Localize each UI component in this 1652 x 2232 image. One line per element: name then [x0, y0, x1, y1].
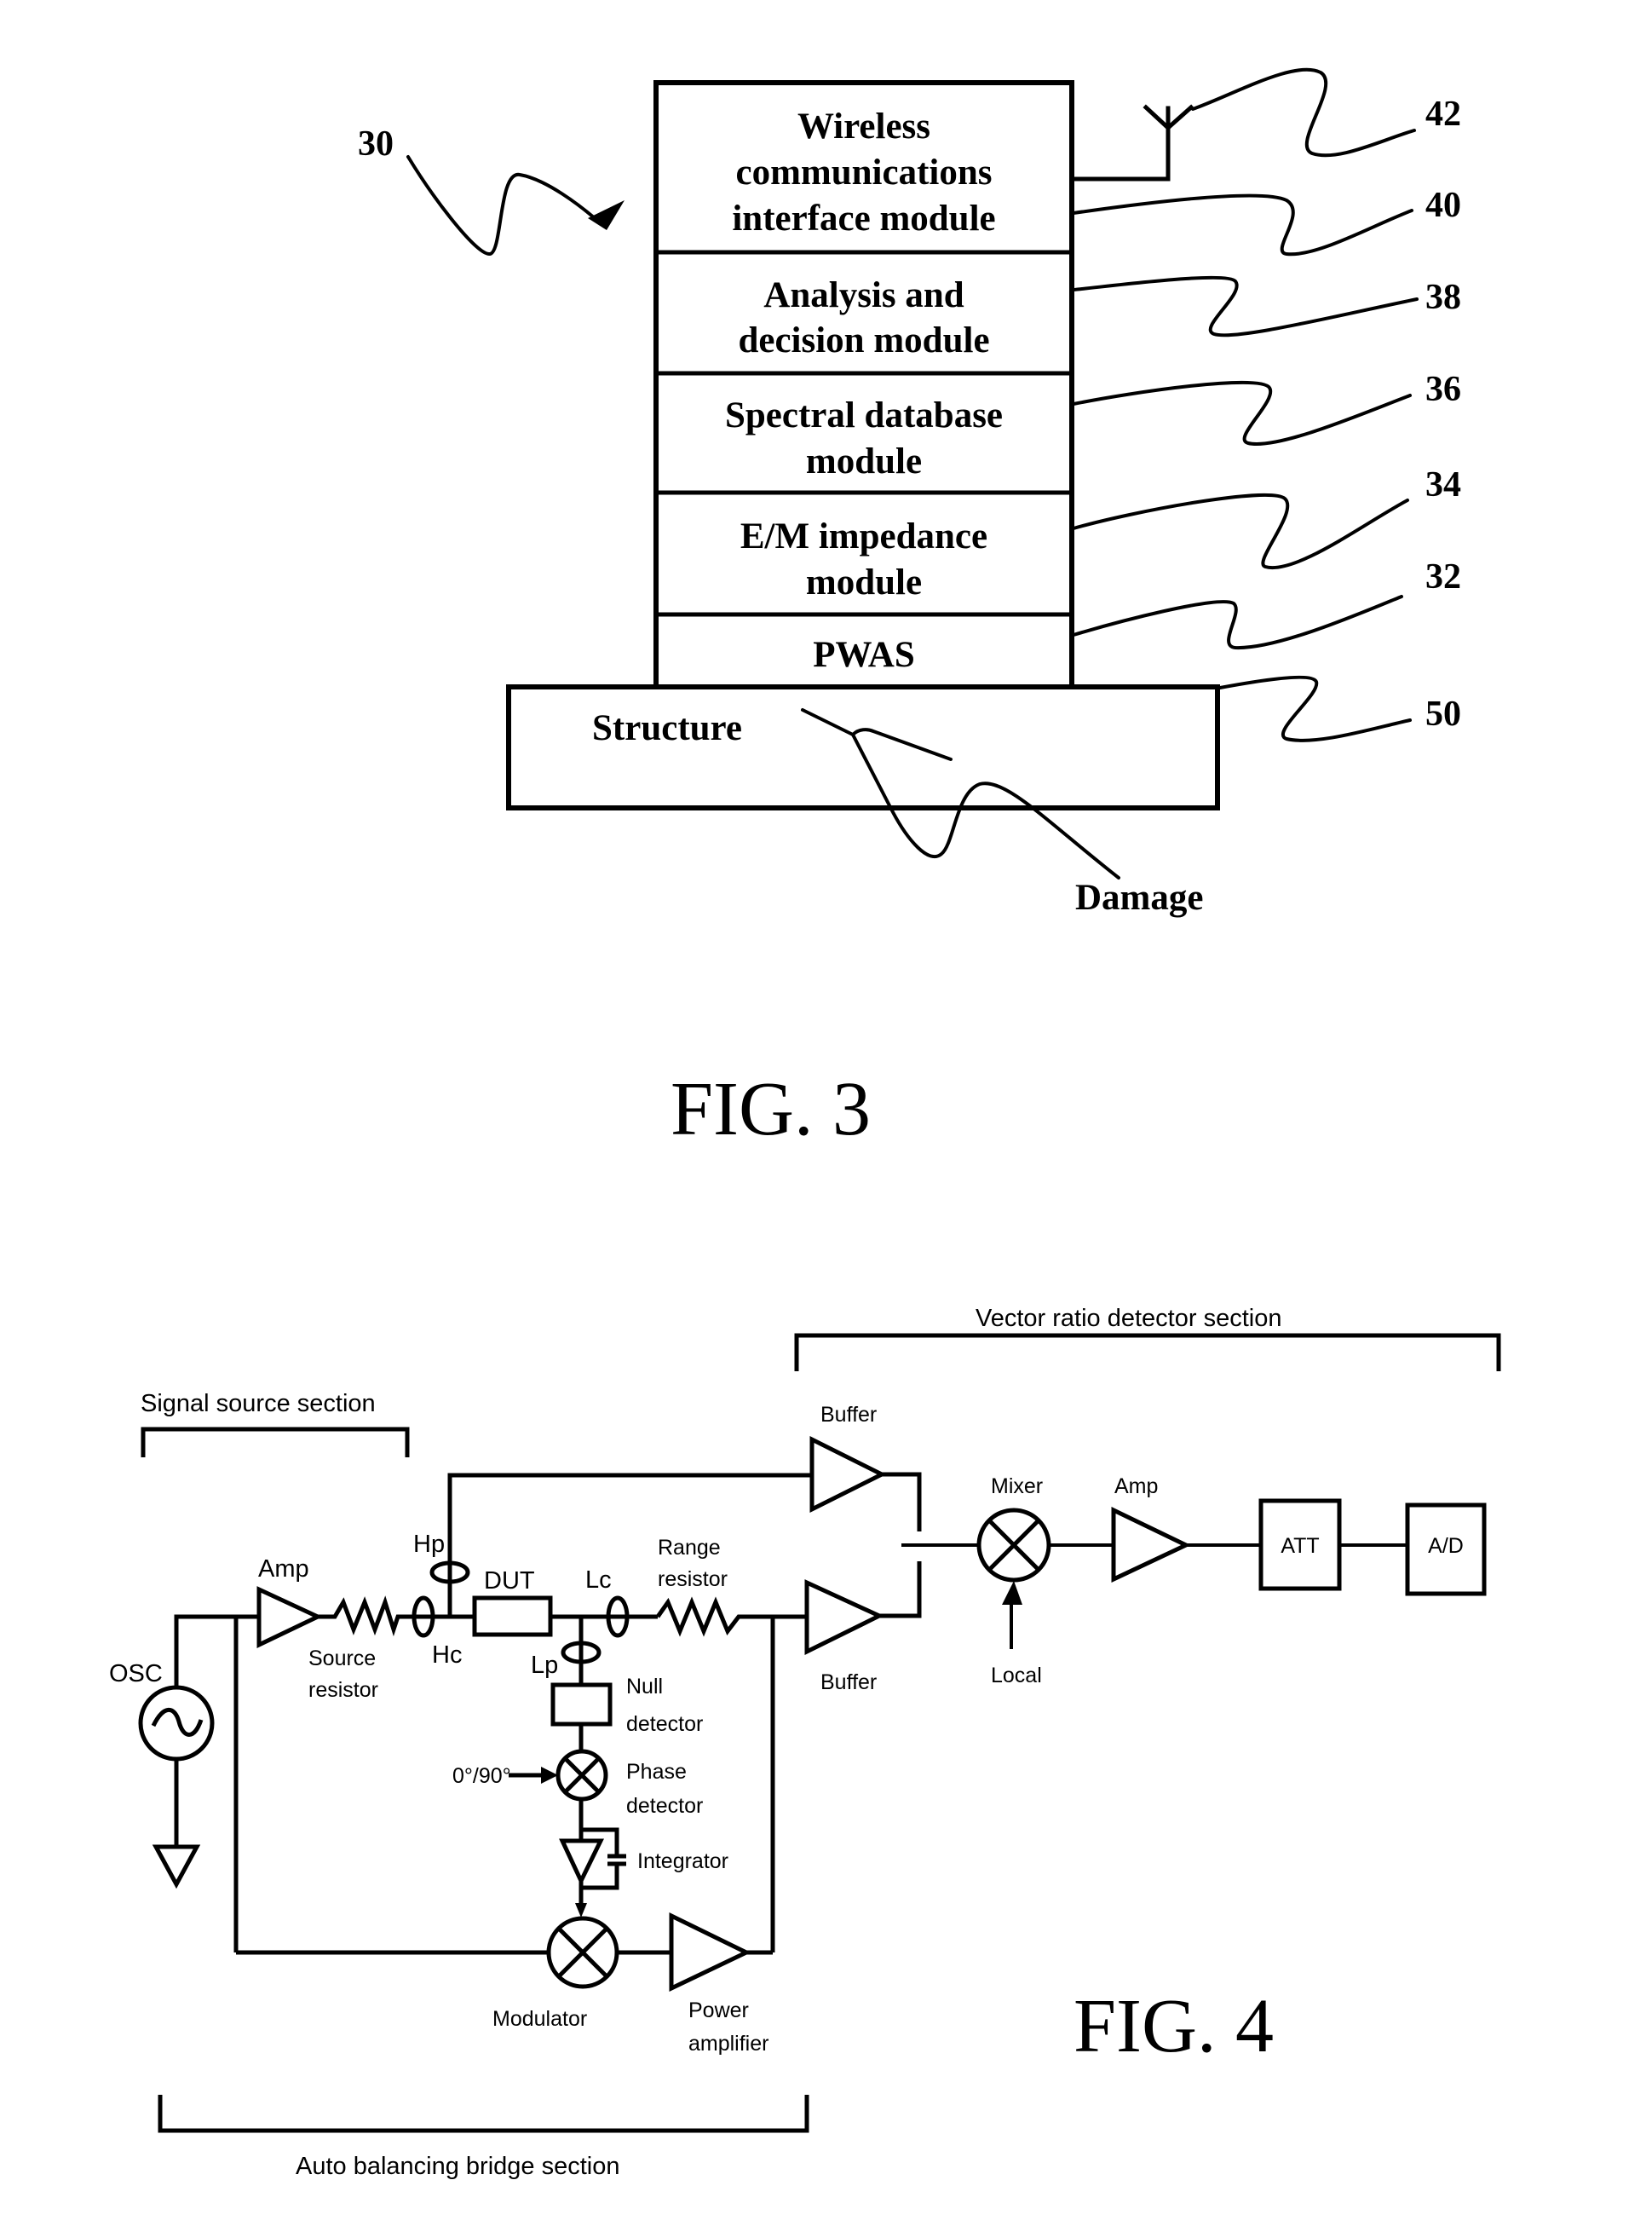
ref-50: 50 [1425, 695, 1461, 734]
hp-sense-wire [447, 1473, 812, 1617]
wire [882, 1472, 922, 1531]
source-resistor-label-1: Source [308, 1647, 376, 1670]
svg-text:interface module: interface module [732, 199, 995, 239]
ref-34: 34 [1425, 465, 1461, 505]
dut-label: DUT [484, 1567, 535, 1595]
ref-36: 36 [1425, 370, 1461, 409]
phase-detector-icon [555, 1749, 608, 1802]
phase-detector-label-2: detector [626, 1794, 703, 1818]
vector-ratio-section-label: Vector ratio detector section [976, 1305, 1281, 1332]
source-amp-icon [256, 1586, 323, 1648]
ref-34-leader [1072, 493, 1409, 570]
null-detector-box [550, 1682, 613, 1727]
ground-icon [152, 1844, 201, 1889]
svg-text:PWAS: PWAS [813, 635, 914, 675]
fig3-caption: FIG. 3 [671, 1067, 871, 1151]
ref-38-leader [1072, 275, 1419, 337]
source-resistor-label-2: resistor [308, 1678, 378, 1702]
local-label: Local [991, 1664, 1042, 1687]
wire [879, 1561, 922, 1618]
ref-38: 38 [1425, 278, 1461, 317]
fig3: 30 Wireless communications interface mod… [358, 67, 1461, 1151]
ref-36-leader [1072, 380, 1412, 446]
ref-42-leader [1191, 67, 1416, 158]
hc-label: Hc [432, 1641, 462, 1669]
ref-32-leader [1072, 595, 1403, 650]
auto-balancing-section-label: Auto balancing bridge section [296, 2153, 619, 2180]
modulator-icon [546, 1916, 619, 1989]
vector-ratio-bracket [794, 1333, 1501, 1371]
buffer-bottom-icon [804, 1579, 884, 1656]
osc-label: OSC [109, 1660, 163, 1687]
power-amplifier-label-2: amplifier [688, 2032, 768, 2056]
hp-label: Hp [413, 1531, 445, 1558]
svg-text:module: module [806, 562, 922, 603]
range-resistor-label-2: resistor [658, 1567, 728, 1591]
auto-balancing-bracket [158, 2095, 809, 2133]
ref-40: 40 [1425, 186, 1461, 225]
module-pwas: PWAS [813, 635, 914, 675]
power-amplifier-icon [669, 1912, 751, 1992]
ref-30-leader [406, 155, 602, 256]
svg-text:E/M impedance: E/M impedance [740, 516, 987, 557]
null-detector-label-1: Null [626, 1675, 663, 1699]
null-detector-label-2: detector [626, 1712, 703, 1736]
patent-drawing-sheet: 30 Wireless communications interface mod… [109, 67, 1501, 2180]
power-amplifier-label-1: Power [688, 1998, 749, 2022]
lp-label: Lp [531, 1652, 558, 1679]
buffer-top-label: Buffer [820, 1403, 877, 1427]
phase-ref-arrowhead [541, 1767, 558, 1784]
detector-amp-icon [1111, 1507, 1191, 1583]
ref-42: 42 [1425, 95, 1461, 134]
range-resistor-label-1: Range [658, 1536, 721, 1560]
integrator-label: Integrator [637, 1849, 728, 1873]
structure-label: Structure [592, 708, 742, 748]
local-arrowhead [1002, 1581, 1022, 1605]
mixer-icon [976, 1508, 1051, 1583]
integrator-icon [559, 1799, 626, 1918]
dut-box [472, 1595, 553, 1637]
ref-40-leader [1072, 193, 1413, 257]
signal-source-section-label: Signal source section [141, 1390, 376, 1417]
fig4: Signal source section Vector ratio detec… [109, 1305, 1501, 2180]
fig4-caption: FIG. 4 [1074, 1984, 1274, 2068]
detector-amp-label: Amp [1114, 1474, 1158, 1498]
phase-detector-label-1: Phase [626, 1760, 687, 1784]
signal-source-bracket [141, 1427, 410, 1457]
svg-text:module: module [806, 441, 922, 482]
ref-32: 32 [1425, 557, 1461, 597]
ref-50-leader [1218, 675, 1412, 742]
antenna-icon [1069, 104, 1194, 182]
svg-text:communications: communications [736, 153, 993, 193]
buffer-top-icon [809, 1435, 887, 1514]
oscillator [138, 1614, 259, 1889]
damage-label: Damage [1075, 878, 1203, 918]
lc-label: Lc [585, 1566, 612, 1594]
svg-text:decision module: decision module [738, 320, 989, 360]
phase-input-label: 0°/90° [452, 1764, 511, 1788]
modulator-label: Modulator [492, 2007, 587, 2031]
source-amp-label: Amp [258, 1555, 309, 1583]
buffer-bottom-label: Buffer [820, 1670, 877, 1694]
ad-label: A/D [1428, 1534, 1464, 1558]
mixer-label: Mixer [991, 1474, 1043, 1498]
range-resistor-icon [655, 1596, 807, 1637]
ref-30: 30 [358, 124, 394, 164]
svg-text:Wireless: Wireless [797, 107, 930, 147]
svg-text:Spectral database: Spectral database [725, 395, 1003, 435]
att-label: ATT [1281, 1534, 1319, 1558]
svg-text:Analysis and: Analysis and [763, 275, 964, 315]
